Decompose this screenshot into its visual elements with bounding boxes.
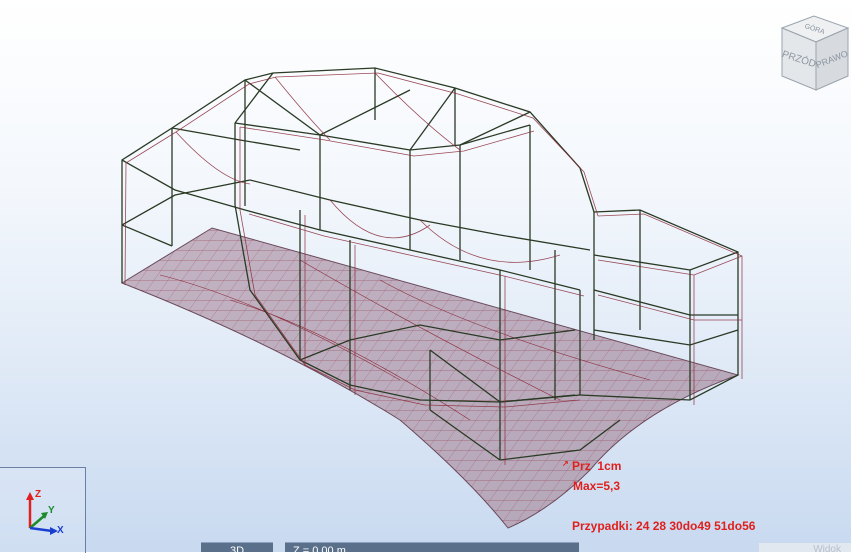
tab-level[interactable]: Z = 0.00 m xyxy=(285,542,579,552)
tab-3d-view[interactable]: 3D xyxy=(201,542,273,552)
result-unit: 1cm xyxy=(597,459,622,473)
axis-z-label: Z xyxy=(35,489,41,500)
axis-x-label: X xyxy=(57,525,64,536)
load-cases-label: Przypadki: 24 28 30do49 51do56 xyxy=(572,519,756,533)
tab-view-right[interactable]: Widok xyxy=(759,543,851,555)
structure-3d-model[interactable] xyxy=(0,0,851,552)
result-component-label: ↗ Prz 1cm xyxy=(562,459,621,473)
axis-triad: Z Y X xyxy=(0,467,86,553)
view-cube[interactable]: GÓRA PRZÓD PRAWO xyxy=(778,14,850,92)
displacement-marker-icon: ↗ xyxy=(562,459,569,468)
axis-y-label: Y xyxy=(48,505,55,516)
result-component: Prz xyxy=(572,459,591,473)
result-max-label: Max=5,3 xyxy=(573,479,621,493)
